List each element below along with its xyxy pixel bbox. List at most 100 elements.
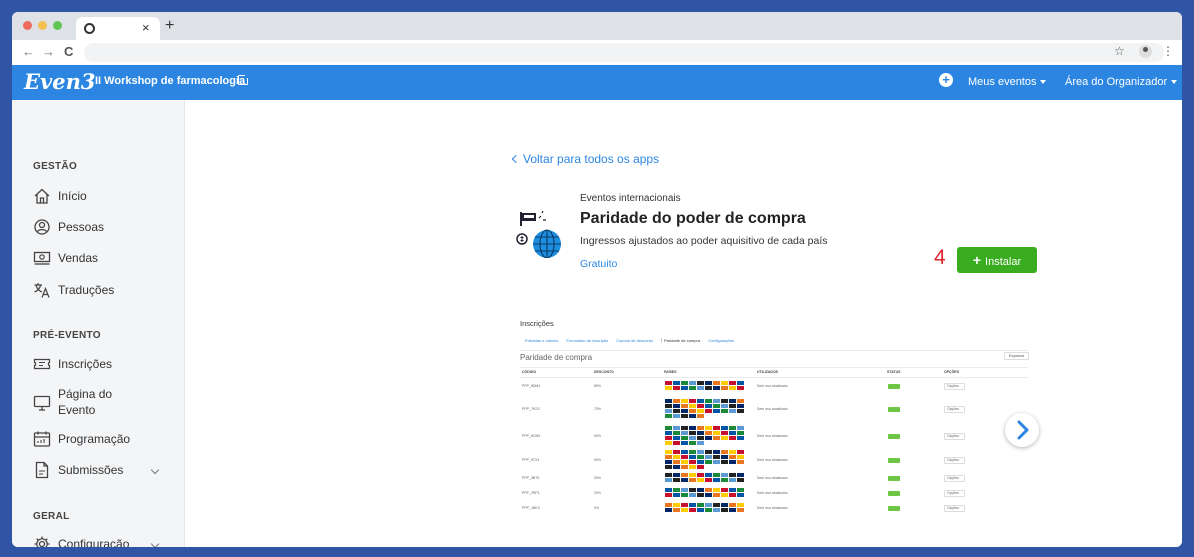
- plus-icon: +: [972, 252, 982, 268]
- external-link-icon[interactable]: [238, 73, 250, 85]
- sidebar-item-label: Submissões: [58, 463, 124, 477]
- maximize-window-dot[interactable]: [53, 21, 62, 30]
- flag-icon: [665, 404, 672, 408]
- preview-status-badge: [888, 476, 900, 481]
- preview-cell-discount: 70%: [594, 407, 602, 411]
- flag-icon: [697, 409, 704, 413]
- flag-icon: [665, 465, 672, 469]
- flag-icon: [705, 431, 712, 435]
- flag-icon: [665, 441, 672, 445]
- flag-icon: [665, 450, 672, 454]
- flag-icon: [705, 488, 712, 492]
- sidebar: GESTÃO Início Pessoas Vendas Traduções P…: [12, 100, 185, 547]
- flag-icon: [697, 488, 704, 492]
- flag-icon: [689, 436, 696, 440]
- install-button[interactable]: + Instalar: [957, 247, 1037, 273]
- flag-icon: [713, 381, 720, 385]
- flag-icon: [713, 473, 720, 477]
- reload-icon[interactable]: C: [64, 44, 73, 59]
- home-icon: [34, 188, 50, 204]
- forward-arrow-icon[interactable]: →: [42, 44, 55, 59]
- preview-tab: Configurações: [708, 338, 734, 343]
- flag-icon: [737, 460, 744, 464]
- even3-logo[interactable]: Even3: [24, 69, 95, 94]
- preview-cell-used: Sem uso atualizado: [757, 476, 788, 480]
- sidebar-item-label: Inscrições: [58, 357, 113, 371]
- flag-icon: [721, 431, 728, 435]
- flag-icon: [721, 508, 728, 512]
- flag-icon: [689, 404, 696, 408]
- flag-icon: [665, 436, 672, 440]
- app-header: Even3 II Workshop de farmacologia + Meus…: [12, 65, 1182, 100]
- preview-status-badge: [888, 458, 900, 463]
- flag-icon: [705, 503, 712, 507]
- sidebar-item-configuracao[interactable]: Configuração: [33, 535, 173, 547]
- flag-icon: [721, 404, 728, 408]
- flag-icon: [721, 488, 728, 492]
- flag-icon: [705, 404, 712, 408]
- flag-icon: [673, 436, 680, 440]
- preview-cell-discount: 30%: [594, 476, 602, 480]
- profile-avatar-icon[interactable]: [1139, 45, 1152, 58]
- chevron-down-icon[interactable]: [150, 465, 160, 475]
- close-window-dot[interactable]: [23, 21, 32, 30]
- sidebar-item-submissoes[interactable]: Submissões: [33, 461, 173, 481]
- flag-icon: [673, 399, 680, 403]
- flag-icon: [689, 478, 696, 482]
- flag-icon: [673, 431, 680, 435]
- flag-icon: [681, 431, 688, 435]
- bookmark-star-icon[interactable]: ☆: [1114, 44, 1125, 58]
- flag-icon: [681, 455, 688, 459]
- preview-tabs: Entradas e valores Formulário de inscriç…: [525, 338, 741, 343]
- flag-icon: [737, 386, 744, 390]
- flag-icon: [665, 426, 672, 430]
- flag-icon: [697, 441, 704, 445]
- preview-cell-used: Sem uso atualizado: [757, 407, 788, 411]
- flag-icon: [681, 414, 688, 418]
- chevron-down-icon[interactable]: [150, 539, 160, 547]
- organizer-area-menu[interactable]: Área do Organizador: [1065, 76, 1178, 88]
- my-events-menu[interactable]: Meus eventos: [968, 76, 1047, 88]
- flag-icon: [665, 409, 672, 413]
- flag-icon: [705, 409, 712, 413]
- flag-icon: [713, 431, 720, 435]
- preview-cell-options: Opções: [944, 383, 965, 390]
- browser-menu-icon[interactable]: ⋮: [1162, 44, 1174, 58]
- organizer-area-label: Área do Organizador: [1065, 76, 1168, 88]
- preview-cell-options: Opções: [944, 475, 965, 482]
- flag-icon: [697, 478, 704, 482]
- flag-icon: [681, 386, 688, 390]
- flag-icon: [721, 386, 728, 390]
- flag-icon: [681, 503, 688, 507]
- sidebar-item-label: Programação: [58, 432, 131, 446]
- document-icon: [35, 461, 49, 479]
- flag-icon: [721, 460, 728, 464]
- flag-icon: [721, 493, 728, 497]
- flag-icon: [673, 473, 680, 477]
- carousel-next-button[interactable]: [1005, 413, 1039, 447]
- preview-country-flags: [665, 450, 744, 469]
- flag-icon: [689, 460, 696, 464]
- address-bar: ← → C ☆ ⋮: [12, 40, 1182, 65]
- add-circle-icon[interactable]: +: [939, 73, 953, 87]
- flag-icon: [713, 460, 720, 464]
- flag-icon: [665, 508, 672, 512]
- flag-icon: [729, 493, 736, 497]
- browser-tab[interactable]: ×: [76, 17, 160, 40]
- preview-table-row: PPP_8DM4 80% Sem uso atualizado Opções: [520, 378, 1028, 394]
- back-arrow-icon[interactable]: ←: [22, 44, 35, 59]
- flag-icon: [689, 455, 696, 459]
- new-tab-icon[interactable]: +: [165, 17, 174, 35]
- flag-icon: [673, 478, 680, 482]
- flag-icon: [713, 404, 720, 408]
- minimize-window-dot[interactable]: [38, 21, 47, 30]
- money-icon: [33, 251, 51, 265]
- preview-table-row: PPP_7KS3 70% Sem uso atualizado Opções: [520, 395, 1028, 422]
- preview-cell-options: Opções: [944, 490, 965, 497]
- sidebar-item-label: Traduções: [58, 283, 115, 297]
- url-input[interactable]: [84, 43, 1164, 62]
- back-to-apps-link[interactable]: Voltar para todos os apps: [513, 152, 659, 166]
- flag-icon: [729, 436, 736, 440]
- tab-close-icon[interactable]: ×: [142, 20, 150, 35]
- event-name-link[interactable]: II Workshop de farmacologia: [95, 75, 245, 87]
